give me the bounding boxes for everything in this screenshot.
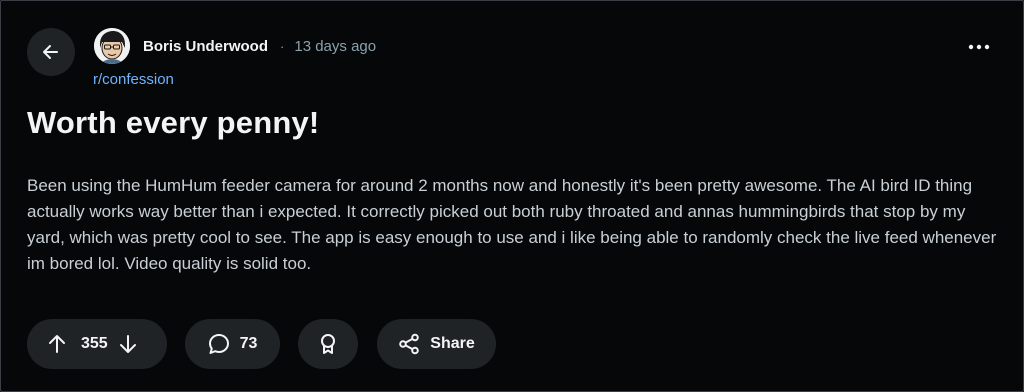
avatar-cartoon-face-icon [94, 28, 130, 64]
meta-separator: · [280, 38, 285, 54]
more-horizontal-icon [967, 43, 991, 51]
upvote-button[interactable] [47, 334, 67, 354]
more-options-button[interactable] [959, 31, 999, 63]
author-name[interactable]: Boris Underwood [143, 38, 268, 55]
downvote-button[interactable] [118, 334, 138, 354]
post-meta: Boris Underwood · 13 days ago [143, 36, 376, 56]
post-container: Boris Underwood · 13 days ago r/confessi… [0, 0, 1024, 392]
arrow-down-icon [119, 335, 136, 353]
comment-bubble-icon [208, 333, 230, 355]
award-button[interactable] [298, 319, 358, 369]
award-icon [318, 333, 338, 355]
arrow-up-icon [49, 335, 65, 353]
avatar[interactable] [94, 28, 130, 64]
comment-count: 73 [239, 335, 258, 352]
subreddit-link[interactable]: r/confession [93, 71, 174, 88]
post-body: Been using the HumHum feeder camera for … [27, 176, 997, 273]
share-icon [398, 333, 420, 355]
vote-bar: 355 [27, 319, 167, 369]
back-button[interactable] [27, 28, 75, 76]
post-timestamp: 13 days ago [294, 37, 377, 55]
share-button[interactable]: Share [377, 319, 496, 369]
vote-score: 355 [81, 335, 108, 352]
share-label: Share [430, 335, 475, 352]
arrow-left-icon [41, 42, 61, 62]
post-title: Worth every penny! [27, 105, 320, 140]
comments-button[interactable]: 73 [185, 319, 280, 369]
